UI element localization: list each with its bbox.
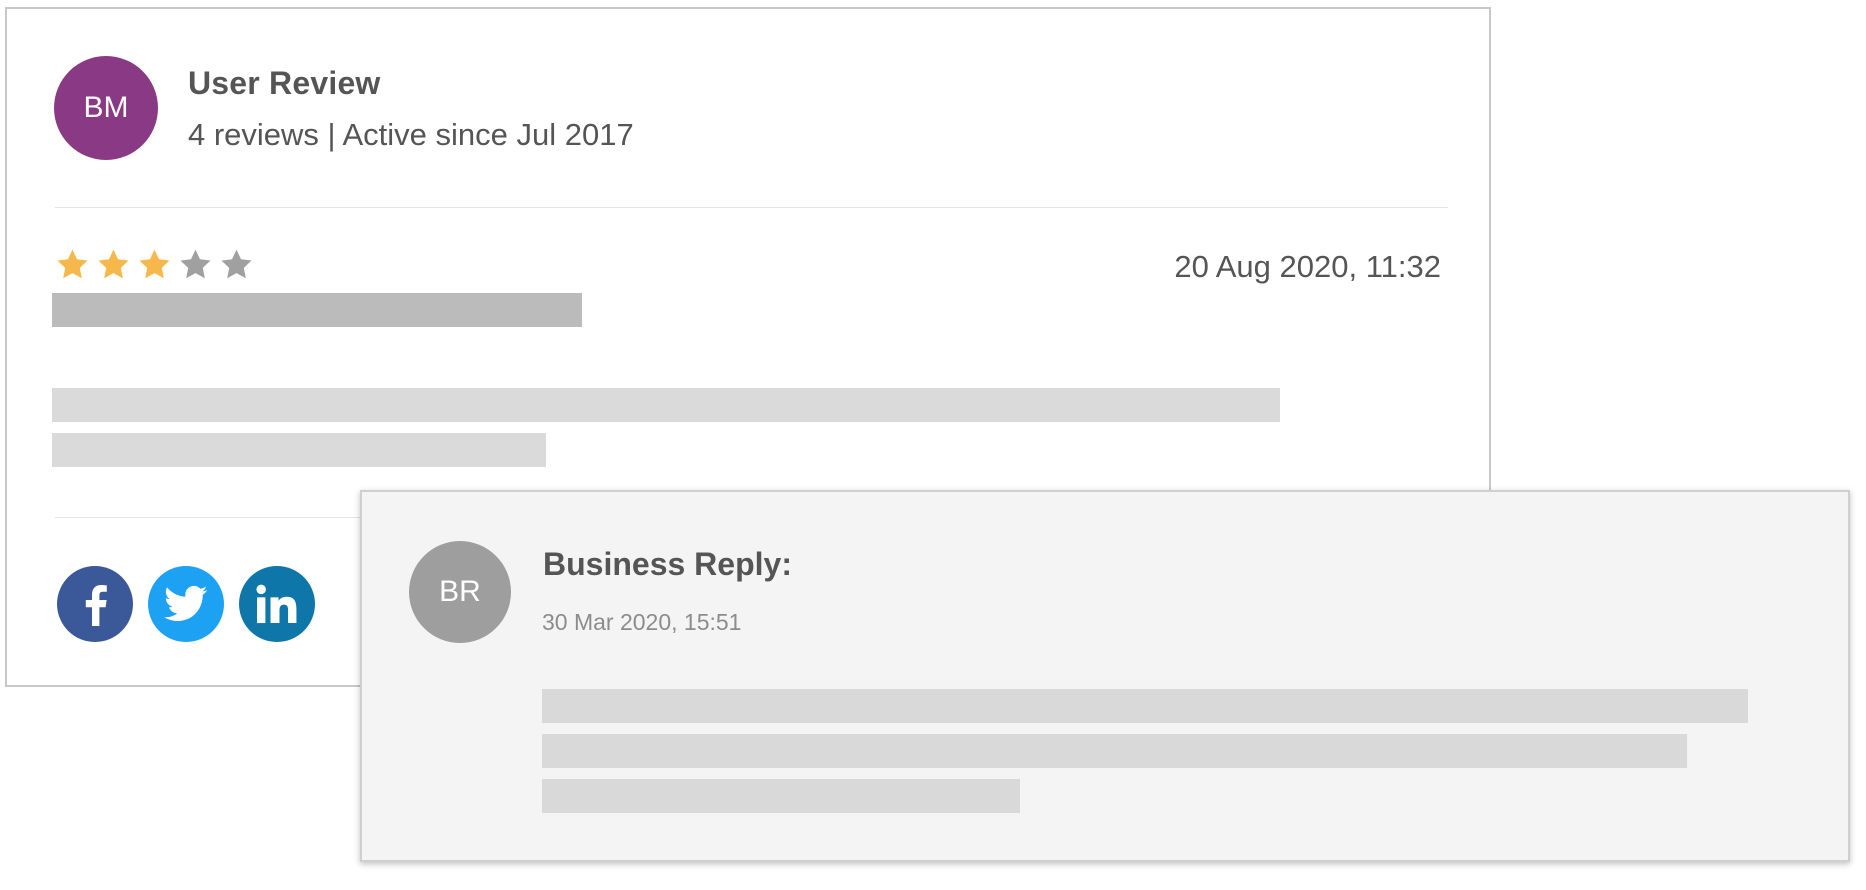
linkedin-share-button[interactable]	[239, 566, 315, 642]
divider	[55, 207, 1448, 208]
star-filled-icon	[57, 249, 88, 279]
facebook-share-button[interactable]	[57, 566, 133, 642]
star-empty-icon	[221, 249, 252, 279]
reply-title: Business Reply:	[543, 546, 792, 582]
twitter-share-button[interactable]	[148, 566, 224, 642]
review-text-placeholder	[52, 388, 1280, 422]
star-rating	[55, 247, 254, 282]
reply-text-placeholder	[542, 689, 1748, 723]
review-title: User Review	[188, 65, 381, 101]
reviewer-meta: 4 reviews | Active since Jul 2017	[188, 117, 634, 152]
review-text-placeholder	[52, 433, 546, 467]
review-date: 20 Aug 2020, 11:32	[1174, 249, 1441, 284]
reviewer-avatar: BM	[54, 56, 158, 160]
reply-text-placeholder	[542, 779, 1020, 813]
star-filled-icon	[139, 249, 170, 279]
linkedin-icon	[256, 584, 297, 624]
reply-date: 30 Mar 2020, 15:51	[542, 609, 742, 635]
review-heading-placeholder	[52, 293, 582, 327]
twitter-icon	[164, 585, 208, 622]
facebook-icon	[85, 585, 107, 626]
star-empty-icon	[180, 249, 211, 279]
business-reply-card: BR Business Reply: 30 Mar 2020, 15:51	[360, 490, 1850, 862]
business-avatar: BR	[409, 541, 511, 643]
divider	[55, 517, 375, 518]
reply-text-placeholder	[542, 734, 1687, 768]
reviewer-initials: BM	[83, 91, 129, 124]
business-initials: BR	[439, 575, 481, 608]
star-filled-icon	[98, 249, 129, 279]
